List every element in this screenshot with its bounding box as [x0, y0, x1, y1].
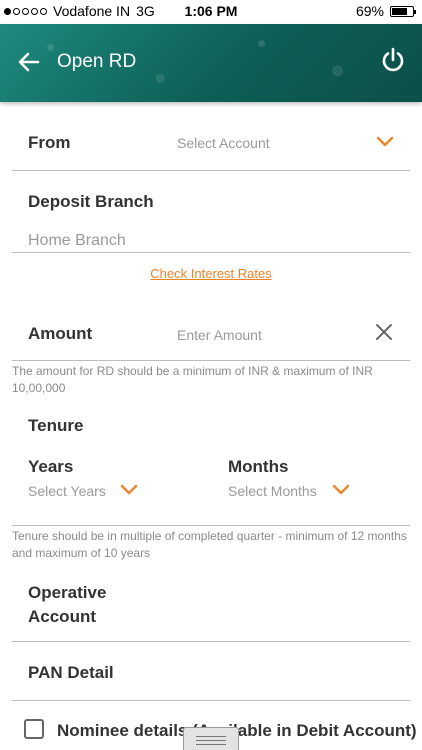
- operative-account-divider: [12, 641, 410, 642]
- app-header: Open RD: [0, 24, 422, 102]
- chevron-down-icon[interactable]: [332, 484, 350, 496]
- amount-input[interactable]: Enter Amount: [177, 327, 262, 343]
- check-interest-rates-link[interactable]: Check Interest Rates: [0, 266, 422, 281]
- page-title: Open RD: [57, 51, 137, 72]
- years-label: Years: [28, 457, 74, 476]
- from-account-select[interactable]: Select Account: [177, 135, 270, 151]
- status-bar: Vodafone IN 3G 1:06 PM 69%: [0, 0, 422, 24]
- pan-detail-divider: [12, 700, 410, 701]
- operative-account-label[interactable]: Operative Account: [28, 581, 106, 629]
- chevron-down-icon[interactable]: [120, 484, 138, 496]
- tenure-label: Tenure: [28, 416, 84, 435]
- power-icon: [382, 47, 404, 72]
- back-button[interactable]: [16, 48, 42, 76]
- deposit-branch-value: Home Branch: [28, 232, 126, 249]
- clear-icon[interactable]: [374, 322, 394, 342]
- amount-divider: [12, 360, 410, 361]
- pan-detail-label[interactable]: PAN Detail: [28, 663, 114, 683]
- amount-label: Amount: [28, 324, 93, 343]
- battery-icon: [390, 5, 416, 17]
- months-label: Months: [228, 457, 289, 476]
- operative-account-label-line1: Operative: [28, 583, 107, 602]
- arrow-left-icon: [18, 52, 40, 72]
- operative-account-label-line2: Account: [28, 607, 96, 626]
- logout-button[interactable]: [378, 45, 408, 75]
- amount-hint: The amount for RD should be a minimum of…: [12, 364, 373, 395]
- tenure-divider: [12, 525, 410, 526]
- keyboard-toggle-handle[interactable]: [183, 727, 239, 750]
- chevron-down-icon[interactable]: [376, 136, 394, 148]
- from-divider: [12, 170, 410, 171]
- tenure-hint: Tenure should be in multiple of complete…: [12, 529, 407, 560]
- from-label: From: [28, 133, 71, 152]
- deposit-branch-label: Deposit Branch: [28, 192, 154, 211]
- nominee-checkbox[interactable]: [24, 719, 44, 739]
- battery-info: 69%: [355, 3, 416, 19]
- battery-percent: 69%: [355, 3, 384, 19]
- months-select[interactable]: Select Months: [228, 483, 317, 499]
- years-select[interactable]: Select Years: [28, 483, 106, 499]
- deposit-branch-divider: [12, 252, 410, 253]
